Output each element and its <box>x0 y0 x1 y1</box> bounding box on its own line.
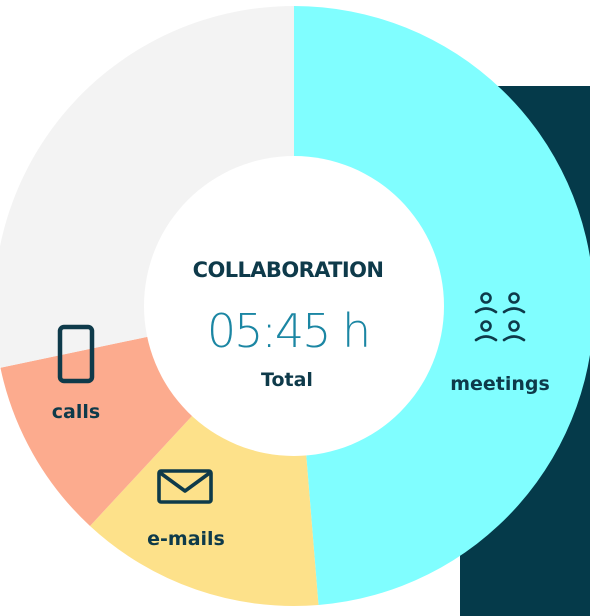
center-title: COLLABORATION <box>193 258 384 282</box>
center-value: 05:45 h <box>207 304 369 358</box>
donut-chart: COLLABORATION 05:45 h Total meetings cal… <box>0 6 590 606</box>
slice-label-meetings: meetings <box>450 373 550 395</box>
center-subtitle: Total <box>261 369 313 391</box>
slice-label-e-mails: e-mails <box>147 528 225 550</box>
slice-label-calls: calls <box>52 401 100 423</box>
collaboration-chart: COLLABORATION 05:45 h Total meetings cal… <box>0 0 590 616</box>
